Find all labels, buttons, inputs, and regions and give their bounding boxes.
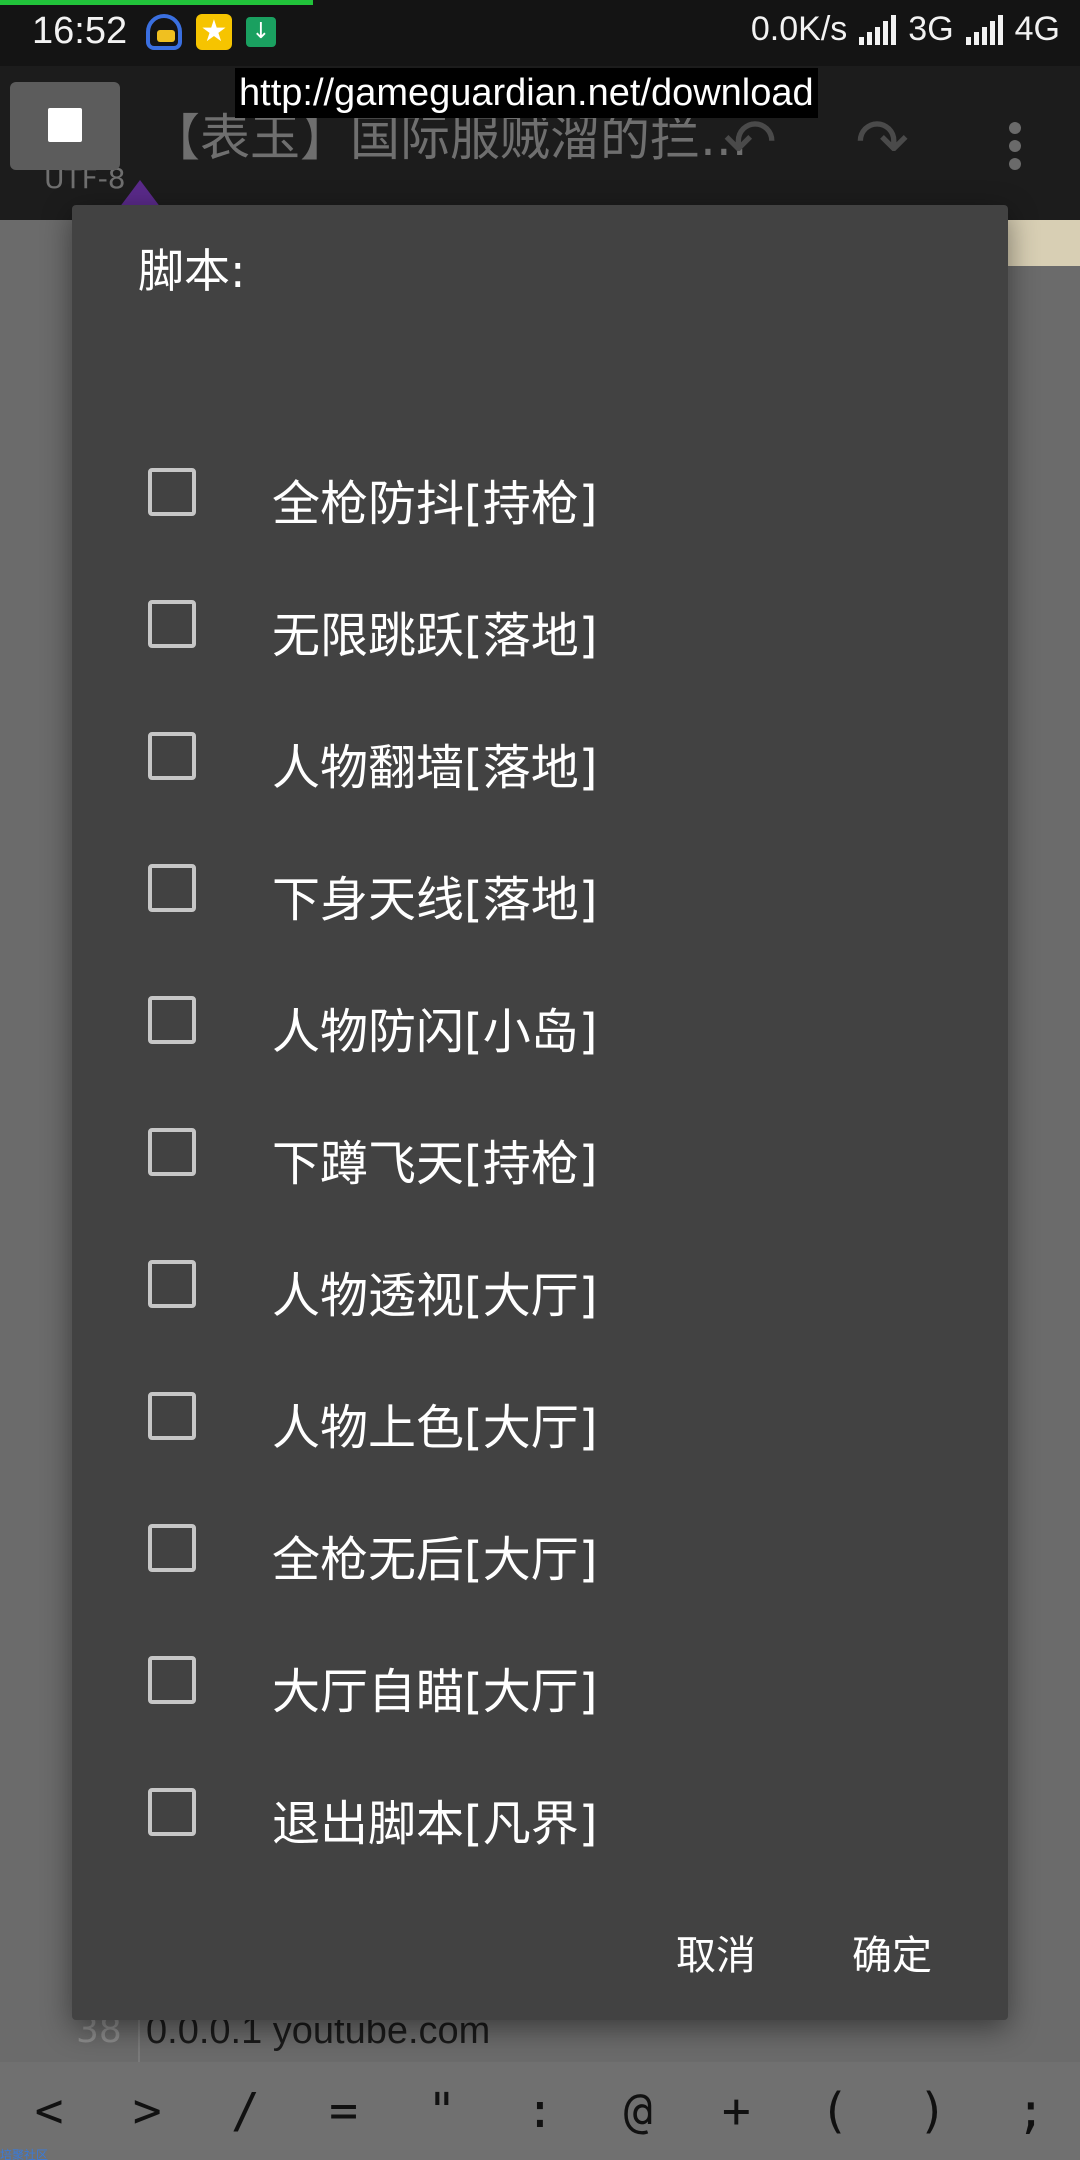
status-right: 0.0K/s 3G 4G (751, 10, 1060, 49)
page-load-progress (0, 0, 313, 5)
option-item[interactable]: 全枪防抖[持枪] (72, 426, 1008, 558)
symbol-key[interactable]: = (304, 2083, 384, 2139)
checkbox[interactable] (148, 600, 196, 648)
symbol-key[interactable]: ; (991, 2083, 1071, 2139)
network-type-1: 3G (908, 10, 954, 48)
checkbox[interactable] (148, 996, 196, 1044)
checkbox[interactable] (148, 1656, 196, 1704)
checkbox[interactable] (148, 1128, 196, 1176)
option-label: 全枪无后[大厅] (272, 1532, 598, 1588)
symbol-key[interactable]: < (9, 2083, 89, 2139)
option-label: 下身天线[落地] (272, 872, 598, 928)
option-item[interactable]: 人物透视[大厅] (72, 1218, 1008, 1350)
script-dialog: 脚本: 全枪防抖[持枪] 无限跳跃[落地] 人物翻墙[落地] 下身天线[落地] … (72, 205, 1008, 2020)
option-label: 大厅自瞄[大厅] (272, 1664, 598, 1720)
option-label: 人物上色[大厅] (272, 1400, 598, 1456)
option-label: 无限跳跃[落地] (272, 608, 598, 664)
star-icon: ★ (196, 14, 232, 50)
url-tooltip: http://gameguardian.net/download (235, 68, 818, 118)
checkbox[interactable] (148, 1260, 196, 1308)
symbol-key[interactable]: ( (794, 2083, 874, 2139)
option-label: 下蹲飞天[持枪] (272, 1136, 598, 1192)
checkbox[interactable] (148, 1392, 196, 1440)
headset-icon (146, 14, 182, 50)
highlight-strip (1005, 220, 1080, 266)
status-bar: 16:52 ★ ↓ 0.0K/s 3G 4G (0, 0, 1080, 66)
option-label: 人物透视[大厅] (272, 1268, 598, 1324)
download-icon: ↓ (246, 17, 276, 47)
symbol-key[interactable]: : (500, 2083, 580, 2139)
checkbox[interactable] (148, 468, 196, 516)
symbol-bar: < > / = " : @ + ( ) ; (0, 2062, 1080, 2160)
checkbox[interactable] (148, 1524, 196, 1572)
network-type-2: 4G (1014, 10, 1060, 48)
symbol-key[interactable]: " (402, 2083, 482, 2139)
option-item[interactable]: 退出脚本[凡界] (72, 1746, 1008, 1878)
dialog-title: 脚本: (138, 244, 246, 298)
net-speed: 0.0K/s (750, 10, 848, 48)
option-item[interactable]: 人物上色[大厅] (72, 1350, 1008, 1482)
option-label: 人物翻墙[落地] (272, 740, 598, 796)
watermark-tag: 培聚社区 (0, 2148, 49, 2160)
symbol-key[interactable]: / (205, 2083, 285, 2139)
symbol-key[interactable]: + (696, 2083, 776, 2139)
cancel-button[interactable]: 取消 (666, 1917, 766, 1987)
option-label: 人物防闪[小岛] (272, 1004, 598, 1060)
symbol-key[interactable]: @ (598, 2083, 678, 2139)
option-label: 退出脚本[凡界] (272, 1796, 598, 1852)
checkbox[interactable] (148, 732, 196, 780)
option-item[interactable]: 全枪无后[大厅] (72, 1482, 1008, 1614)
signal-icon (859, 14, 897, 45)
symbol-key[interactable]: > (107, 2083, 187, 2139)
status-time: 16:52 (32, 10, 128, 52)
dialog-actions: 取消 确定 (72, 1905, 1008, 1985)
option-item[interactable]: 下蹲飞天[持枪] (72, 1086, 1008, 1218)
checkbox[interactable] (148, 1788, 196, 1836)
option-item[interactable]: 人物翻墙[落地] (72, 690, 1008, 822)
checkbox[interactable] (148, 864, 196, 912)
floating-stop-button[interactable] (10, 82, 120, 170)
ok-button[interactable]: 确定 (842, 1917, 942, 1987)
option-item[interactable]: 无限跳跃[落地] (72, 558, 1008, 690)
signal-icon-2 (965, 14, 1003, 45)
option-item[interactable]: 下身天线[落地] (72, 822, 1008, 954)
redo-icon[interactable]: ↷ (842, 106, 922, 180)
more-vertical-icon[interactable] (985, 116, 1045, 176)
option-item[interactable]: 人物防闪[小岛] (72, 954, 1008, 1086)
option-label: 全枪防抖[持枪] (272, 476, 598, 532)
symbol-key[interactable]: ) (893, 2083, 973, 2139)
option-item[interactable]: 大厅自瞄[大厅] (72, 1614, 1008, 1746)
